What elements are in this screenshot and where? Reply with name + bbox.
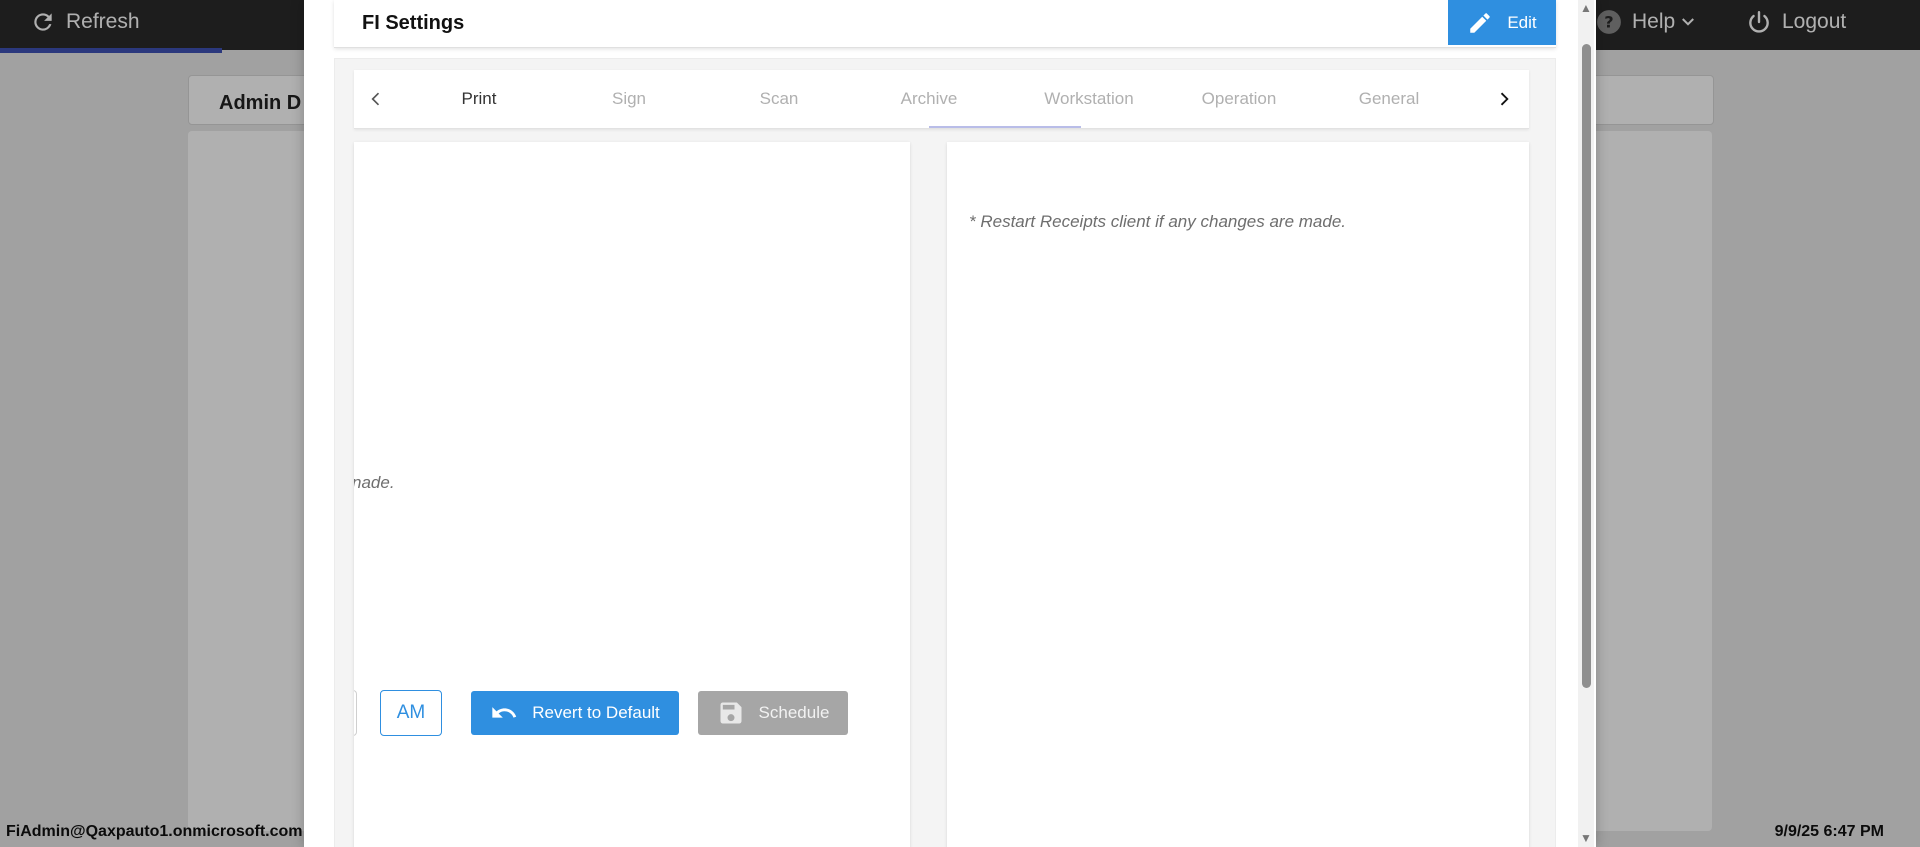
time-input[interactable] [354,690,357,736]
tab-print[interactable]: Print [414,70,544,128]
settings-tabs: Print Sign Scan Archive Workstation Oper… [354,70,1529,129]
tab-general[interactable]: General [1314,70,1464,128]
chevron-right-icon [1500,92,1509,106]
tabs-scroll-right-button[interactable] [1482,70,1526,128]
tab-scan[interactable]: Scan [714,70,844,128]
undo-icon [492,707,517,718]
am-label: AM [396,702,426,723]
revert-label: Revert to Default [532,703,660,722]
tab-sign[interactable]: Sign [564,70,694,128]
scroll-down-arrow-icon[interactable]: ▼ [1580,832,1592,844]
tab-label: Scan [759,89,799,108]
right-settings-card: * Restart Receipts client if any changes… [947,142,1529,847]
modal-title: FI Settings [362,12,465,34]
modal-scrollbar[interactable]: ▲ ▼ [1578,0,1594,847]
edit-button[interactable]: Edit [1448,0,1556,45]
pencil-icon [1470,12,1491,33]
restart-note: * Restart Receipts client if any changes… [969,212,1347,231]
tab-label: Operation [1201,89,1277,108]
tab-archive[interactable]: Archive [864,70,994,128]
scrollbar-thumb[interactable] [1582,44,1591,688]
tabs-scroll-left-button[interactable] [354,70,398,128]
schedule-button[interactable]: Schedule [698,691,848,735]
revert-to-default-button[interactable]: Revert to Default [471,691,679,735]
tab-label: General [1358,89,1420,108]
schedule-label: Schedule [758,703,830,722]
tab-label: Workstation [1044,89,1134,108]
restart-note-fragment: nade. [354,473,395,492]
left-card-content: nade. AM Revert to Default Schedule [354,142,910,847]
am-pm-toggle[interactable]: AM [380,690,442,736]
chevron-left-icon [371,92,380,106]
modal-header: FI Settings Edit [334,0,1556,48]
scroll-up-arrow-icon[interactable]: ▲ [1580,2,1592,14]
tab-label: Sign [611,89,647,108]
active-tab-indicator [929,126,1081,128]
save-icon [720,702,742,724]
tab-operation[interactable]: Operation [1164,70,1314,128]
tab-label: Archive [900,89,958,108]
tab-label: Print [461,89,497,108]
tab-workstation[interactable]: Workstation [1014,70,1164,128]
edit-label: Edit [1507,12,1537,32]
fi-settings-modal: FI Settings Edit Print Sign Scan Archive… [304,0,1596,847]
